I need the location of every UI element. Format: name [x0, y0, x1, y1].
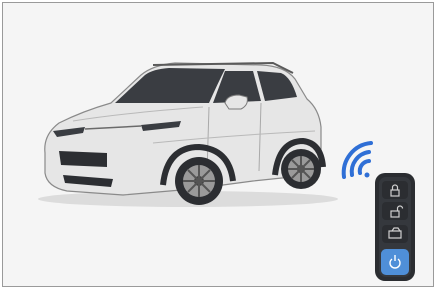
front-wheel — [175, 157, 223, 205]
remote-start-icon — [381, 249, 409, 275]
front-grille — [59, 151, 107, 167]
car-illustration — [38, 61, 338, 207]
lock-icon — [382, 181, 408, 199]
scene-svg — [38, 61, 415, 281]
unlock-icon — [382, 202, 408, 220]
wireless-signal-icon — [341, 141, 373, 179]
rear-wheel — [281, 149, 321, 189]
remote-key-fob — [375, 173, 415, 281]
trunk-icon — [382, 225, 408, 243]
illustration-frame — [2, 2, 434, 287]
